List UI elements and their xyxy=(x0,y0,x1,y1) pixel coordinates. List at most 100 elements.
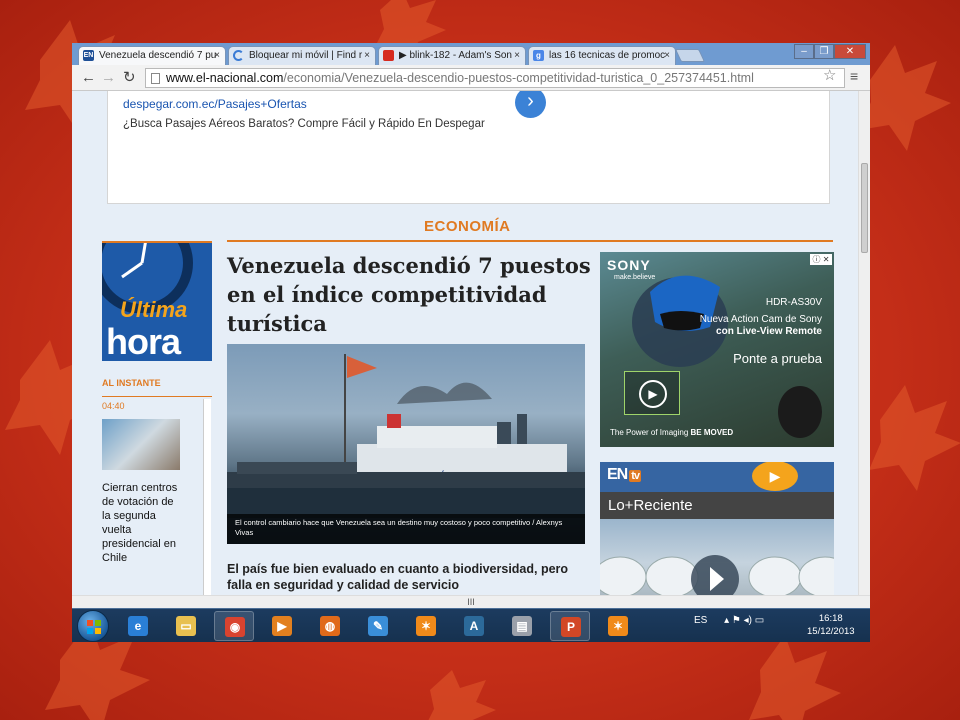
forward-button[interactable]: → xyxy=(101,69,116,86)
sidebar-divider xyxy=(102,396,212,397)
taskbar-app-10[interactable]: ✶ xyxy=(598,611,638,641)
reload-button[interactable]: ↻ xyxy=(123,69,136,86)
tab-2[interactable]: ▶ blink-182 - Adam's Son × xyxy=(378,46,526,65)
taskbar-app-9[interactable]: P xyxy=(550,611,590,641)
ad-text: ¿Busca Pasajes Aéreos Baratos? Compre Fá… xyxy=(123,118,485,130)
footer-slogan: BE MOVED xyxy=(690,428,734,437)
address-bar[interactable]: www.el-nacional.com/economia/Venezuela-d… xyxy=(145,68,845,88)
entv-play-icon[interactable]: ▶ xyxy=(752,462,798,491)
avast-tray-icon: ✶ xyxy=(608,616,628,636)
ad-link[interactable]: despegar.com.ec/Pasajes+Ofertas xyxy=(123,97,307,111)
entv-video-thumbnail[interactable] xyxy=(600,519,834,595)
scrollbar-thumb[interactable] xyxy=(861,163,868,253)
article-subheading: El país fue bien evaluado en cuanto a bi… xyxy=(227,562,569,592)
back-button[interactable]: ← xyxy=(81,69,96,86)
section-title[interactable]: ECONOMÍA xyxy=(424,218,511,235)
tab-3[interactable]: g las 16 tecnicas de promoc × xyxy=(528,46,676,65)
entv-tv-badge: tv xyxy=(629,470,642,482)
entv-widget[interactable]: EN tv ▶ Lo+Reciente xyxy=(600,462,834,595)
hora-label: hora xyxy=(106,321,181,361)
taskbar: e ▭ ◉ ▶ ◍ ✎ ✶ A ▤ P ✶ ES ▴ ⚑ ◂) ▭ 16:18 15/12/2013 xyxy=(72,608,870,642)
tab-0[interactable]: EN Venezuela descendió 7 pu × xyxy=(78,46,226,65)
tab-title: las 16 tecnicas de promoc xyxy=(549,50,666,61)
internet-explorer-icon: e xyxy=(128,616,148,636)
tab-strip: EN Venezuela descendió 7 pu × Bloquear m… xyxy=(72,43,870,65)
ultima-label: Última xyxy=(120,297,188,322)
language-indicator[interactable]: ES xyxy=(694,615,707,626)
taskbar-app-2[interactable]: ◉ xyxy=(214,611,254,641)
ultima-hora-banner[interactable]: Última hora xyxy=(102,241,212,361)
industrial-tanks-image xyxy=(600,555,834,595)
news-time: 04:40 xyxy=(102,401,125,411)
clock-date: 15/12/2013 xyxy=(807,626,855,637)
ad-arrow-icon[interactable]: › xyxy=(515,91,546,118)
article-photo: conferry El control cambiario hace que V… xyxy=(227,344,585,544)
menu-icon[interactable]: ≡ xyxy=(850,68,858,84)
lo-reciente-label: Lo+Reciente xyxy=(600,492,834,519)
chrome-icon: ◉ xyxy=(225,617,245,637)
video-preview[interactable]: ▶ xyxy=(624,371,680,415)
taskbar-app-1[interactable]: ▭ xyxy=(166,611,206,641)
url-host: www.el-nacional.com xyxy=(166,71,284,85)
windows-logo-icon xyxy=(87,620,101,634)
photo-caption: El control cambiario hace que Venezuela … xyxy=(227,514,585,544)
tray-icons[interactable]: ▴ ⚑ ◂) ▭ xyxy=(724,615,764,626)
archicad-icon: A xyxy=(464,616,484,636)
firefox-icon: ◍ xyxy=(320,616,340,636)
motocross-rider-image xyxy=(632,275,822,438)
file-explorer-icon: ▭ xyxy=(176,616,196,636)
taskbar-app-4[interactable]: ◍ xyxy=(310,611,350,641)
ad-cta[interactable]: Ponte a prueba xyxy=(733,351,822,366)
footer-text: The Power of Imaging xyxy=(610,428,689,437)
el-nacional-favicon-icon: EN xyxy=(83,50,94,61)
bookmark-star-icon[interactable]: ☆ xyxy=(823,66,836,84)
section-divider xyxy=(227,240,833,242)
sony-ad[interactable]: SONY make.believe HDR-AS30V Nueva Action… xyxy=(600,252,834,447)
powerpoint-icon: P xyxy=(561,617,581,637)
tab-1[interactable]: Bloquear mi móvil | Find r × xyxy=(228,46,376,65)
clock[interactable]: 16:18 15/12/2013 xyxy=(807,612,855,638)
clock-time: 16:18 xyxy=(818,613,843,624)
ad-description: Nueva Action Cam de Sony con Live-View R… xyxy=(700,314,822,338)
taskbar-app-7[interactable]: A xyxy=(454,611,494,641)
ad-footer: The Power of Imaging BE MOVED xyxy=(610,428,733,437)
browser-toolbar: ← → ↻ www.el-nacional.com/economia/Venez… xyxy=(72,65,870,91)
minimize-button[interactable]: – xyxy=(794,44,814,59)
sidebar-news-link[interactable]: Cierran centros de votación de la segund… xyxy=(102,481,180,565)
article-headline: Venezuela descendió 7 puestos en el índi… xyxy=(227,253,591,336)
close-tab-icon[interactable]: × xyxy=(364,47,370,64)
folder-icon: ▤ xyxy=(512,616,532,636)
close-tab-icon[interactable]: × xyxy=(214,47,220,64)
browser-window: EN Venezuela descendió 7 pu × Bloquear m… xyxy=(72,43,870,642)
start-button[interactable] xyxy=(77,610,109,642)
vertical-scrollbar[interactable] xyxy=(858,91,870,595)
news-thumbnail[interactable] xyxy=(102,419,180,470)
camera-model: HDR-AS30V xyxy=(765,297,822,308)
page-icon xyxy=(151,73,160,84)
loading-icon xyxy=(233,50,244,61)
taskbar-app-6[interactable]: ✶ xyxy=(406,611,446,641)
sidebar-scrollbar[interactable] xyxy=(203,399,211,595)
al-instante-label: AL INSTANTE xyxy=(102,378,161,388)
taskbar-app-5[interactable]: ✎ xyxy=(358,611,398,641)
play-icon[interactable]: ▶ xyxy=(639,380,667,408)
media-player-icon: ▶ xyxy=(272,616,292,636)
new-tab-button[interactable] xyxy=(674,49,706,62)
close-tab-icon[interactable]: × xyxy=(514,47,520,64)
sony-tagline: make.believe xyxy=(614,274,656,281)
tab-title: Bloquear mi móvil | Find r xyxy=(249,50,363,61)
ad-line-1: Nueva Action Cam de Sony xyxy=(699,314,822,325)
web-page: despegar.com.ec/Pasajes+Ofertas ¿Busca P… xyxy=(72,91,858,595)
text-ad[interactable]: despegar.com.ec/Pasajes+Ofertas ¿Busca P… xyxy=(107,91,830,204)
taskbar-app-0[interactable]: e xyxy=(118,611,158,641)
entv-logo: EN tv xyxy=(607,466,642,484)
restore-button[interactable]: ❐ xyxy=(814,44,834,59)
close-tab-icon[interactable]: × xyxy=(664,47,670,64)
system-tray: ES ▴ ⚑ ◂) ▭ xyxy=(694,615,764,626)
tab-title: ▶ blink-182 - Adam's Son xyxy=(399,50,512,61)
close-window-button[interactable]: ✕ xyxy=(834,44,866,59)
taskbar-app-3[interactable]: ▶ xyxy=(262,611,302,641)
taskbar-app-8[interactable]: ▤ xyxy=(502,611,542,641)
horizontal-scrollbar[interactable]: III xyxy=(72,595,870,608)
ad-close-icon[interactable]: ⓘ ✕ xyxy=(810,254,832,265)
